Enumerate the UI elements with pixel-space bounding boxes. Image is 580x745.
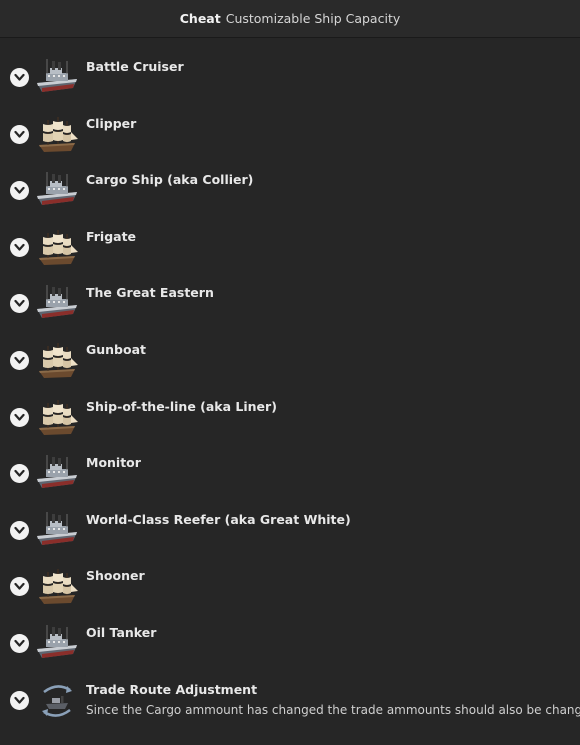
cheat-item-description: Since the Cargo ammount has changed the … [86, 703, 580, 717]
cheat-item-label: Monitor [86, 455, 141, 470]
cheat-item[interactable]: Trade Route Adjustment Since the Cargo am… [0, 661, 580, 717]
chevron-down-icon[interactable] [10, 125, 29, 144]
cheat-item-label: Gunboat [86, 342, 147, 357]
cheat-item-label: World-Class Reefer (aka Great White) [86, 512, 351, 527]
cheat-item[interactable]: Cargo Ship (aka Collier) [0, 151, 580, 207]
cheat-item-label: The Great Eastern [86, 285, 214, 300]
cheat-item-label: Cargo Ship (aka Collier) [86, 172, 254, 187]
cheat-item-label: Shooner [86, 568, 145, 583]
header-title: Customizable Ship Capacity [225, 11, 401, 26]
cheat-item[interactable]: Gunboat [0, 321, 580, 378]
cheat-item-label: Clipper [86, 116, 137, 131]
cheat-item[interactable]: Battle Cruiser [0, 38, 580, 94]
chevron-down-icon[interactable] [10, 238, 29, 257]
cheat-item[interactable]: World-Class Reefer (aka Great White) [0, 491, 580, 547]
cheat-item[interactable]: Frigate [0, 208, 580, 265]
cheat-item[interactable]: Ship-of-the-line (aka Liner) [0, 378, 580, 435]
chevron-down-icon[interactable] [10, 294, 29, 313]
trade-route-icon [34, 678, 80, 724]
chevron-down-icon[interactable] [10, 68, 29, 87]
chevron-down-icon[interactable] [10, 351, 29, 370]
header-prefix: Cheat [179, 11, 221, 26]
chevron-down-icon[interactable] [10, 634, 29, 653]
chevron-down-icon[interactable] [10, 464, 29, 483]
cheat-item[interactable]: Oil Tanker [0, 604, 580, 660]
chevron-down-icon[interactable] [10, 521, 29, 540]
chevron-down-icon[interactable] [10, 408, 29, 427]
cheat-item[interactable]: Monitor [0, 434, 580, 490]
cheat-item[interactable]: The Great Eastern [0, 264, 580, 320]
cheat-item[interactable]: Clipper [0, 95, 580, 152]
cheat-item-label: Frigate [86, 229, 137, 244]
cheat-item-label: Battle Cruiser [86, 59, 184, 74]
header: Cheat Customizable Ship Capacity [0, 0, 580, 38]
chevron-down-icon[interactable] [10, 691, 29, 710]
cheat-item-label: Ship-of-the-line (aka Liner) [86, 399, 277, 414]
cheat-item-label: Oil Tanker [86, 625, 157, 640]
chevron-down-icon[interactable] [10, 577, 29, 596]
cheat-item-label: Trade Route Adjustment [86, 682, 258, 697]
chevron-down-icon[interactable] [10, 181, 29, 200]
cheat-item[interactable]: Shooner [0, 547, 580, 604]
